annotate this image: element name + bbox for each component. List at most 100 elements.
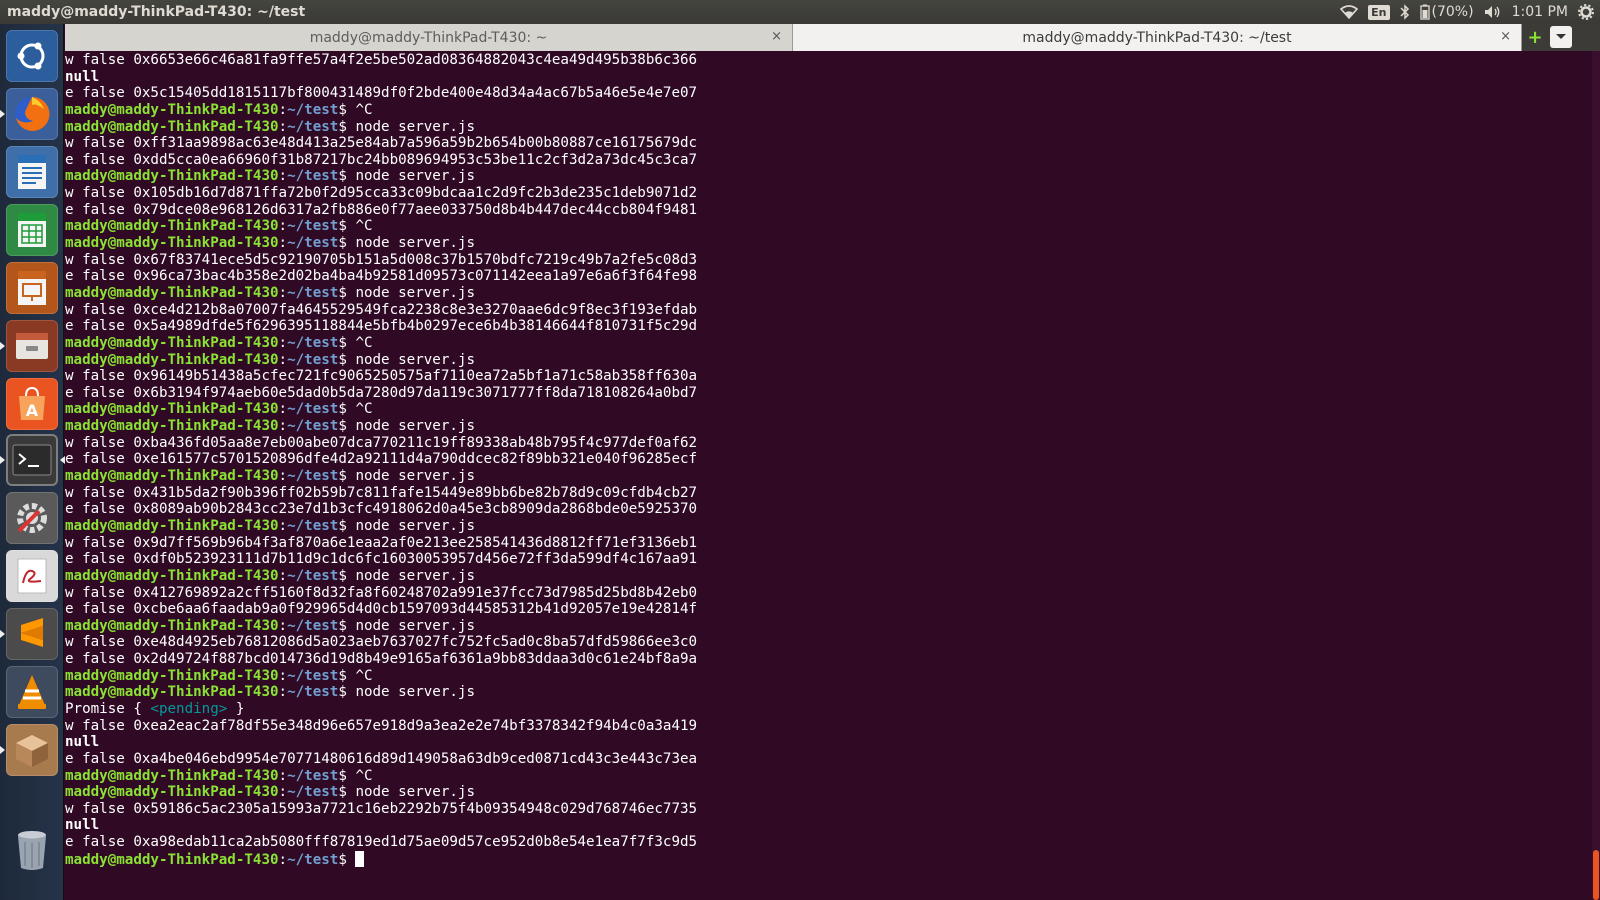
terminal-icon[interactable] (6, 434, 65, 486)
volume-icon[interactable] (1484, 5, 1502, 19)
terminal-line: maddy@maddy-ThinkPad-T430:~/test$ node s… (65, 418, 476, 435)
prompt-path: ~/test (287, 684, 339, 701)
output-text: w false 0x431b5da2f90b396ff02b59b7c811fa… (65, 484, 698, 501)
prompt-path: ~/test (287, 168, 339, 185)
terminal-line: e false 0x2d49724f887bcd014736d19d8b49e9… (65, 651, 1592, 668)
terminal-line: w false 0x431b5da2f90b396ff02b59b7c811fa… (65, 485, 1592, 502)
libreoffice-calc-icon[interactable] (6, 204, 58, 256)
output-text: w false 0xea2eac2af78df55e348d96e657e918… (65, 717, 698, 734)
clock[interactable]: 1:01 PM (1512, 4, 1568, 20)
battery-percent: (70%) (1431, 4, 1474, 20)
prompt-path: ~/test (287, 118, 339, 135)
wifi-icon[interactable] (1340, 5, 1359, 19)
prompt-path: ~/test (287, 617, 339, 634)
prompt-path: ~/test (287, 401, 339, 418)
terminal-line: e false 0xdd5cca0ea66960f31b87217bc24bb0… (65, 152, 1592, 169)
prompt-path: ~/test (287, 851, 339, 868)
pending-text: <pending> (150, 700, 228, 717)
prompt-user: maddy@maddy-ThinkPad-T430 (65, 118, 279, 135)
system-settings-icon[interactable] (6, 492, 58, 544)
prompt-symbol: $ (338, 851, 347, 868)
ubuntu-dash-icon[interactable] (6, 30, 58, 82)
running-indicator (0, 746, 5, 754)
software-center-icon[interactable]: A (6, 378, 58, 430)
prompt-user: maddy@maddy-ThinkPad-T430 (65, 218, 279, 235)
command-text: node server.js (355, 617, 476, 634)
output-text: e false 0x6b3194f974aeb60e5dad0b5da7280d… (65, 384, 698, 401)
bluetooth-icon[interactable] (1400, 4, 1410, 20)
terminal-line: e false 0xcbe6aa6faadab9a0f929965d4d0cb1… (65, 601, 1592, 618)
command-text: ^C (355, 767, 373, 784)
prompt-symbol: $ (338, 168, 347, 185)
terminal-line: w false 0xce4d212b8a07007fa4645529549fca… (65, 302, 1592, 319)
indicator-area: En (70%) 1:01 PM (1340, 0, 1594, 24)
tab-test[interactable]: maddy@maddy-ThinkPad-T430: ~/test × (793, 24, 1522, 51)
tab-close-icon[interactable]: × (1500, 29, 1511, 44)
terminal-line: w false 0x59186c5ac2305a15993a7721c16eb2… (65, 801, 1592, 818)
command-text: ^C (355, 218, 373, 235)
output-text: e false 0xa98edab11ca2ab5080fff87819ed1d… (65, 834, 698, 851)
vlc-icon[interactable] (6, 666, 58, 718)
tab-menu-chevron-down-icon[interactable] (1550, 26, 1572, 48)
terminal-line: e false 0x5c15405dd1815117bf800431489df0… (65, 85, 1592, 102)
prompt-user: maddy@maddy-ThinkPad-T430 (65, 401, 279, 418)
battery-indicator[interactable]: (70%) (1419, 4, 1474, 20)
keyboard-layout-indicator[interactable]: En (1368, 4, 1390, 20)
launcher: A (0, 24, 65, 900)
prompt-user: maddy@maddy-ThinkPad-T430 (65, 334, 279, 351)
prompt-path: ~/test (287, 101, 339, 118)
libreoffice-writer-icon[interactable] (6, 146, 58, 198)
command-text: node server.js (355, 351, 476, 368)
terminal-line: maddy@maddy-ThinkPad-T430:~/test$ node s… (65, 684, 476, 701)
command-text: node server.js (355, 118, 476, 135)
session-gear-icon[interactable] (1578, 4, 1594, 20)
output-text: e false 0xcbe6aa6faadab9a0f929965d4d0cb1… (65, 601, 698, 618)
command-text: node server.js (355, 418, 476, 435)
prompt-path: ~/test (287, 767, 339, 784)
terminal-line: w false 0xea2eac2af78df55e348d96e657e918… (65, 718, 1592, 735)
terminal-line: null (65, 734, 1592, 751)
trash-icon[interactable] (6, 824, 58, 876)
terminal-output[interactable]: w false 0x6653e66c46a81fa9ffe57a4f2e5be5… (65, 51, 1592, 900)
package-icon[interactable] (6, 724, 58, 776)
output-text: w false 0x59186c5ac2305a15993a7721c16eb2… (65, 800, 698, 817)
libreoffice-impress-icon[interactable] (6, 262, 58, 314)
prompt-symbol: $ (338, 784, 347, 801)
battery-icon (1419, 4, 1430, 20)
terminal-tab-bar: maddy@maddy-ThinkPad-T430: ~ × maddy@mad… (65, 24, 1600, 51)
prompt-user: maddy@maddy-ThinkPad-T430 (65, 168, 279, 185)
files-icon[interactable] (6, 320, 58, 372)
new-tab-icon[interactable]: + (1522, 24, 1548, 51)
output-text: Promise { (65, 700, 151, 717)
document-viewer-icon[interactable] (6, 550, 58, 602)
firefox-icon[interactable] (6, 88, 58, 140)
output-text: w false 0x6653e66c46a81fa9ffe57a4f2e5be5… (65, 52, 698, 68)
output-text: e false 0x5c15405dd1815117bf800431489df0… (65, 85, 698, 102)
prompt-symbol: $ (338, 351, 347, 368)
terminal-line: maddy@maddy-ThinkPad-T430:~/test$ node s… (65, 168, 476, 185)
tab-label: maddy@maddy-ThinkPad-T430: ~ (309, 29, 548, 46)
command-text: node server.js (355, 235, 476, 252)
sublime-text-icon[interactable] (6, 608, 58, 660)
output-text: e false 0x5a4989dfde5f6296395118844e5bfb… (65, 318, 698, 335)
terminal-line: maddy@maddy-ThinkPad-T430:~/test$ ^C (65, 218, 373, 235)
command-text: ^C (355, 401, 373, 418)
tab-close-icon[interactable]: × (771, 29, 782, 44)
output-text: e false 0xe161577c5701520896dfe4d2a92111… (65, 451, 698, 468)
prompt-symbol: $ (338, 667, 347, 684)
prompt-symbol: $ (338, 235, 347, 252)
command-text: node server.js (355, 517, 476, 534)
terminal-line: w false 0xba436fd05aa8e7eb00abe07dca7702… (65, 435, 1592, 452)
terminal-scrollbar[interactable] (1592, 51, 1600, 900)
scrollbar-thumb[interactable] (1593, 850, 1599, 900)
terminal-line: maddy@maddy-ThinkPad-T430:~/test$ node s… (65, 784, 476, 801)
top-panel: maddy@maddy-ThinkPad-T430: ~/test En (70… (0, 0, 1600, 24)
tab-label: maddy@maddy-ThinkPad-T430: ~/test (1022, 29, 1292, 46)
output-text: w false 0xba436fd05aa8e7eb00abe07dca7702… (65, 434, 698, 451)
terminal-line: maddy@maddy-ThinkPad-T430:~/test$ node s… (65, 351, 476, 368)
terminal-line: e false 0x79dce08e968126d6317a2fb886e0f7… (65, 202, 1592, 219)
prompt-user: maddy@maddy-ThinkPad-T430 (65, 517, 279, 534)
prompt-user: maddy@maddy-ThinkPad-T430 (65, 767, 279, 784)
prompt-symbol: $ (338, 118, 347, 135)
tab-home[interactable]: maddy@maddy-ThinkPad-T430: ~ × (65, 24, 793, 51)
